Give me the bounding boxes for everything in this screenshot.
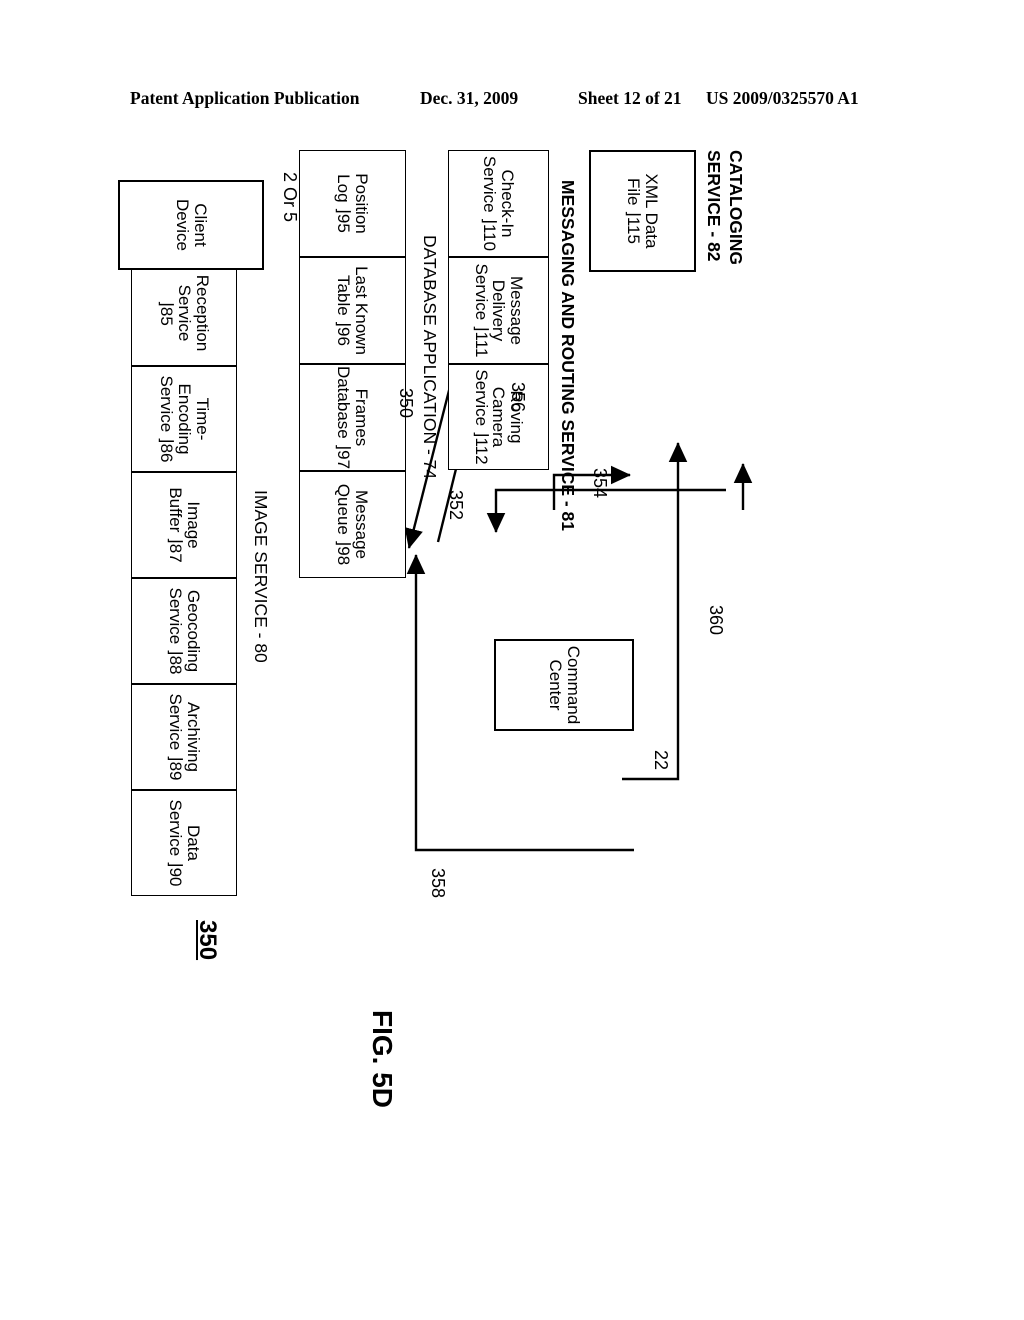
publication-title: Patent Application Publication [130,88,360,108]
cell-line1: Message [352,490,372,559]
cell-image-buffer[interactable]: Image Buffer ⌋87 [131,472,237,578]
reference-numeral: ⌋115 [624,210,644,244]
connector-label-352: 352 [446,490,466,521]
messaging-routing-title: MESSAGING AND ROUTING SERVICE - 81 [558,180,578,532]
cell-line2: Table [334,275,354,316]
cell-line1: Image [183,501,203,549]
cell-line1: Position [352,173,372,234]
cell-frames-database[interactable]: Frames Database ⌋97 [299,364,406,471]
reference-numeral: ⌋86 [157,436,177,463]
cell-line1: Time- [192,397,212,441]
node-line1: Client [190,203,210,247]
connector-label-360: 360 [706,605,726,636]
cell-line3: Service [157,375,177,433]
cell-check-in-service[interactable]: Check-In Service ⌋110 [448,150,549,257]
reference-numeral: ⌋90 [166,860,185,887]
figure-label: FIG. 5D [367,1010,398,1109]
connector-label-356: 356 [508,382,528,413]
cell-line2: Service [166,587,185,645]
reference-numeral: ⌋98 [334,539,354,566]
cataloging-service-title-line2: SERVICE - 82 [704,150,724,262]
cell-line2: Service [166,693,185,751]
figure-number: 350 [194,920,221,961]
reference-numeral-2-or-5: 2 Or 5 [280,172,300,223]
connector-352 [486,488,726,533]
cell-line2: Database [334,365,354,439]
reference-numeral: ⌋112 [471,430,491,465]
cell-line3: Service [471,263,491,321]
cell-time-encoding-service[interactable]: Time- Encoding Service ⌋86 [131,366,237,472]
reference-numeral: ⌋111 [471,324,491,358]
cell-line1: Data [183,825,203,861]
node-client-device[interactable]: Client Device [118,180,264,270]
cell-line2: Buffer [166,487,185,533]
cell-message-delivery-service[interactable]: Message Delivery Service ⌋111 [448,257,549,364]
reference-numeral: ⌋110 [480,217,500,252]
cell-line2: Camera [489,386,509,448]
cell-line2: Queue [334,483,354,535]
cell-line2: File [624,178,644,206]
reference-numeral: ⌋89 [166,754,185,781]
node-line1: Command [563,645,583,725]
patent-number: US 2009/0325570 A1 [706,88,859,108]
cell-line2: Service [166,799,185,857]
cell-archiving-service[interactable]: Archiving Service ⌋89 [131,684,237,790]
database-application-title: DATABASE APPLICATION - 74 [420,235,440,480]
sheet-number: Sheet 12 of 21 [578,88,682,108]
cell-line2: Service [174,284,194,342]
cell-line1: Frames [352,388,372,447]
cell-line1: Message [507,276,527,345]
node-line2: Center [546,659,565,711]
cell-line1: Archiving [183,702,203,772]
reference-numeral: ⌋95 [334,207,354,233]
cell-line1: Geocoding [183,589,203,673]
image-service-title: IMAGE SERVICE - 80 [251,490,271,663]
connector-label-358: 358 [428,868,448,899]
cataloging-service-title-line1: CATALOGING [726,150,746,266]
cell-line1: Reception [192,274,212,352]
cell-message-queue[interactable]: Message Queue ⌋98 [299,471,406,578]
node-line2: Device [173,199,192,251]
node-command-center[interactable]: Command Center [494,639,634,731]
cell-last-known-table[interactable]: Last Known Table ⌋96 [299,257,406,364]
reference-numeral: ⌋96 [334,320,354,346]
reference-numeral: ⌋87 [166,537,185,563]
reference-numeral-22: 22 [651,750,671,771]
figure-5d-diagram: Reception Service ⌋85 Time- Encoding Ser… [86,150,846,1190]
cell-line2: Service [480,155,500,213]
cell-line1: Check-In [498,169,518,238]
publication-date: Dec. 31, 2009 [420,88,519,108]
cell-data-service[interactable]: Data Service ⌋90 [131,790,237,896]
cell-line2: Encoding [174,383,194,455]
cell-xml-data-file[interactable]: XML Data File ⌋115 [589,150,696,272]
cell-roving-camera-service[interactable]: Roving Camera Service ⌋112 [448,364,549,470]
publication-header: Patent Application Publication Dec. 31, … [0,88,1024,114]
cell-line1: XML Data [642,173,662,249]
cell-line1: Last Known [352,266,372,355]
connector-label-354: 354 [590,468,610,499]
reference-numeral: ⌋88 [166,648,185,675]
connector-label-350: 350 [396,388,416,419]
cell-line3: Service [471,369,491,427]
reference-numeral: ⌋97 [334,443,354,470]
cell-line2: Delivery [489,279,509,342]
cell-geocoding-service[interactable]: Geocoding Service ⌋88 [131,578,237,684]
cell-line2: Log [334,174,354,203]
cell-position-log[interactable]: Position Log ⌋95 [299,150,406,257]
cell-reception-service[interactable]: Reception Service ⌋85 [131,260,237,366]
reference-numeral: ⌋85 [157,300,177,326]
